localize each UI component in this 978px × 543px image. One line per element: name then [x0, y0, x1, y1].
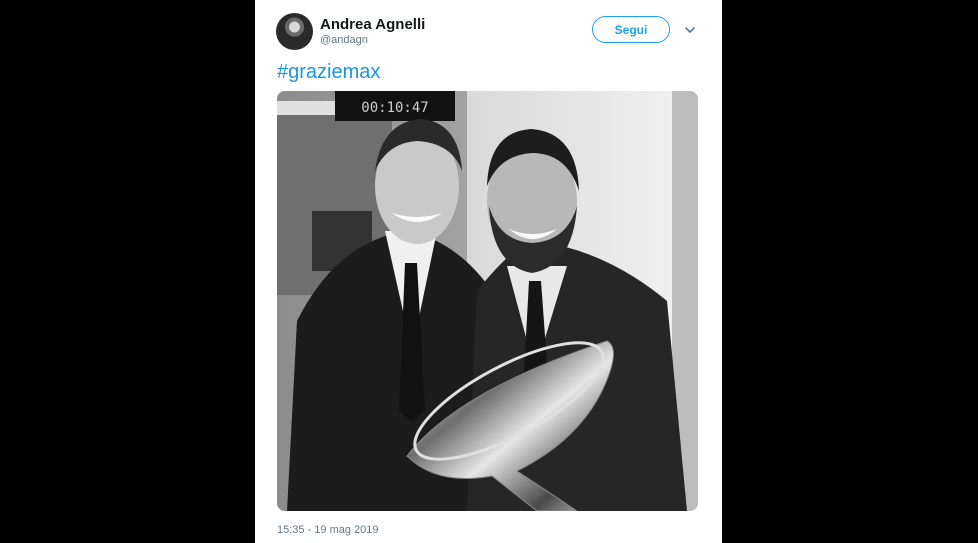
- tweet-card: Andrea Agnelli @andagn Segui #graziemax: [255, 0, 722, 543]
- author-avatar[interactable]: [276, 13, 313, 50]
- tweet-hashtag[interactable]: #graziemax: [277, 61, 380, 84]
- photo-illustration: 00:10:47: [277, 91, 698, 511]
- author-handle[interactable]: @andagn: [320, 34, 368, 46]
- follow-button[interactable]: Segui: [592, 16, 670, 43]
- photo-clock: 00:10:47: [361, 100, 428, 116]
- tweet-timestamp[interactable]: 15:35 - 19 mag 2019: [277, 524, 379, 536]
- author-name[interactable]: Andrea Agnelli: [320, 16, 425, 33]
- tweet-photo[interactable]: 00:10:47: [277, 91, 698, 511]
- follow-button-label: Segui: [614, 22, 648, 37]
- chevron-down-icon[interactable]: [683, 23, 697, 37]
